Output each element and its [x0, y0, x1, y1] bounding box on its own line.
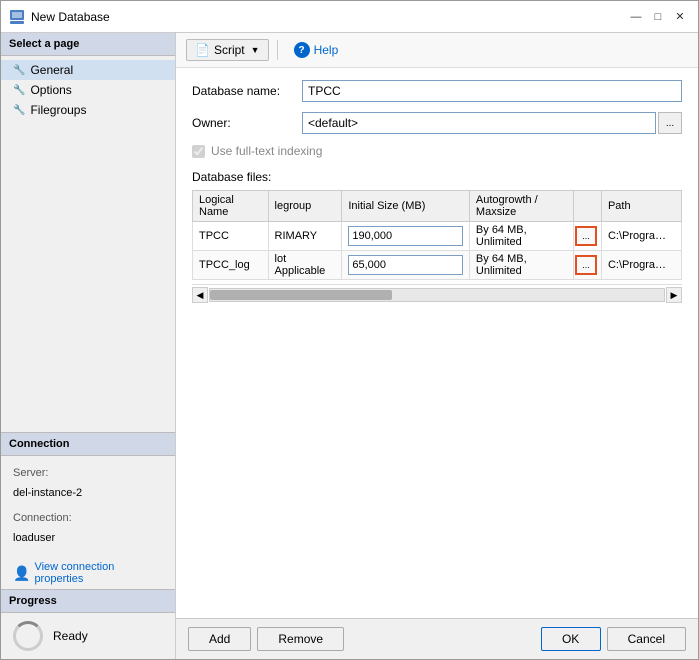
row2-browse-cell[interactable]: ...	[573, 251, 601, 280]
row1-filegroup: RIMARY	[268, 222, 342, 251]
connection-value: loaduser	[13, 532, 55, 544]
table-row: TPCC RIMARY By 64 MB, Unlimited ... C:\P…	[193, 222, 682, 251]
nav-label-filegroups: Filegroups	[30, 103, 86, 117]
select-page-header: Select a page	[1, 33, 175, 56]
scroll-left-icon[interactable]: ◀	[192, 287, 208, 303]
row1-size-input[interactable]	[348, 226, 463, 246]
main-content: Database name: Owner: ... Use full-text …	[176, 68, 698, 618]
wrench-icon-general: 🔧	[13, 65, 25, 76]
script-label: Script	[214, 43, 245, 57]
title-bar-left: New Database	[9, 9, 110, 25]
help-button[interactable]: ? Help	[286, 39, 347, 61]
progress-header: Progress	[1, 589, 175, 613]
title-controls: — □ ✕	[626, 7, 690, 27]
col-autogrowth: Autogrowth / Maxsize	[469, 191, 573, 222]
connection-info: Server: del-instance-2 Connection: loadu…	[1, 456, 175, 557]
owner-input[interactable]	[302, 112, 656, 134]
minimize-button[interactable]: —	[626, 7, 646, 27]
row1-logical-name: TPCC	[193, 222, 269, 251]
row1-autogrowth: By 64 MB, Unlimited	[469, 222, 573, 251]
col-logical-name: Logical Name	[193, 191, 269, 222]
help-label: Help	[314, 43, 339, 57]
table-row: TPCC_log lot Applicable By 64 MB, Unlimi…	[193, 251, 682, 280]
wrench-icon-options: 🔧	[13, 85, 25, 96]
connection-header: Connection	[1, 432, 175, 456]
nav-item-filegroups[interactable]: 🔧 Filegroups	[1, 100, 175, 120]
right-panel: 📄 Script ▼ ? Help Database name:	[176, 33, 698, 659]
row2-autogrowth: By 64 MB, Unlimited	[469, 251, 573, 280]
person-icon: 👤	[13, 565, 30, 582]
scroll-thumb	[210, 290, 392, 300]
db-files-table: Logical Name legroup Initial Size (MB) A…	[192, 190, 682, 280]
nav-label-options: Options	[30, 83, 71, 97]
horizontal-scrollbar: ◀ ▶	[192, 284, 682, 305]
script-icon: 📄	[195, 43, 210, 57]
add-remove-group: Add Remove	[188, 627, 344, 651]
table-header-row: Logical Name legroup Initial Size (MB) A…	[193, 191, 682, 222]
nav-items: 🔧 General 🔧 Options 🔧 Filegroups	[1, 56, 175, 124]
cancel-button[interactable]: Cancel	[607, 627, 686, 651]
db-name-row: Database name:	[192, 80, 682, 102]
db-files-label: Database files:	[192, 170, 682, 184]
connection-row: Connection: loaduser	[13, 509, 163, 549]
dialog-title: New Database	[31, 10, 110, 24]
owner-browse-button[interactable]: ...	[658, 112, 682, 134]
progress-content: Ready	[1, 613, 175, 659]
dialog-body: Select a page 🔧 General 🔧 Options 🔧 File…	[1, 33, 698, 659]
scroll-right-icon[interactable]: ▶	[666, 287, 682, 303]
toolbar: 📄 Script ▼ ? Help	[176, 33, 698, 68]
col-browse	[573, 191, 601, 222]
col-initial-size: Initial Size (MB)	[342, 191, 470, 222]
db-name-input[interactable]	[302, 80, 682, 102]
add-button[interactable]: Add	[188, 627, 251, 651]
progress-spinner	[13, 621, 43, 651]
row2-logical-name: TPCC_log	[193, 251, 269, 280]
bottom-buttons: Add Remove OK Cancel	[176, 618, 698, 659]
progress-section: Progress Ready	[1, 589, 175, 659]
fulltext-checkbox-row: Use full-text indexing	[192, 144, 682, 158]
row2-filegroup: lot Applicable	[268, 251, 342, 280]
dropdown-arrow-icon: ▼	[251, 45, 260, 55]
row1-browse-button[interactable]: ...	[575, 226, 597, 246]
nav-label-general: General	[30, 63, 73, 77]
owner-label: Owner:	[192, 116, 302, 130]
owner-row: Owner: ...	[192, 112, 682, 134]
wrench-icon-filegroups: 🔧	[13, 105, 25, 116]
scroll-track[interactable]	[209, 288, 665, 302]
col-filegroup: legroup	[268, 191, 342, 222]
row2-initial-size[interactable]	[342, 251, 470, 280]
fulltext-checkbox[interactable]	[192, 145, 205, 158]
help-circle-icon: ?	[294, 42, 310, 58]
left-panel: Select a page 🔧 General 🔧 Options 🔧 File…	[1, 33, 176, 659]
view-props-label: View connection properties	[34, 561, 163, 585]
title-bar: New Database — □ ✕	[1, 1, 698, 33]
row2-browse-button[interactable]: ...	[575, 255, 597, 275]
close-button[interactable]: ✕	[670, 7, 690, 27]
maximize-button[interactable]: □	[648, 7, 668, 27]
remove-button[interactable]: Remove	[257, 627, 344, 651]
dialog-icon	[9, 9, 25, 25]
row1-path: C:\Program Files\	[601, 222, 681, 251]
row1-initial-size[interactable]	[342, 222, 470, 251]
row2-path: C:\Program Files\	[601, 251, 681, 280]
connection-section: Connection Server: del-instance-2 Connec…	[1, 432, 175, 589]
server-label: Server: del-instance-2	[13, 464, 163, 504]
db-name-label: Database name:	[192, 84, 302, 98]
toolbar-divider	[277, 40, 278, 60]
new-database-dialog: New Database — □ ✕ Select a page 🔧 Gener…	[0, 0, 699, 660]
script-button[interactable]: 📄 Script ▼	[186, 39, 269, 61]
row2-size-input[interactable]	[348, 255, 463, 275]
nav-item-options[interactable]: 🔧 Options	[1, 80, 175, 100]
col-path: Path	[601, 191, 681, 222]
ok-button[interactable]: OK	[541, 627, 601, 651]
progress-status: Ready	[53, 629, 88, 643]
nav-item-general[interactable]: 🔧 General	[1, 60, 175, 80]
server-value: del-instance-2	[13, 487, 82, 499]
fulltext-label: Use full-text indexing	[211, 144, 322, 158]
row1-browse-cell[interactable]: ...	[573, 222, 601, 251]
view-connection-properties-link[interactable]: 👤 View connection properties	[1, 557, 175, 589]
